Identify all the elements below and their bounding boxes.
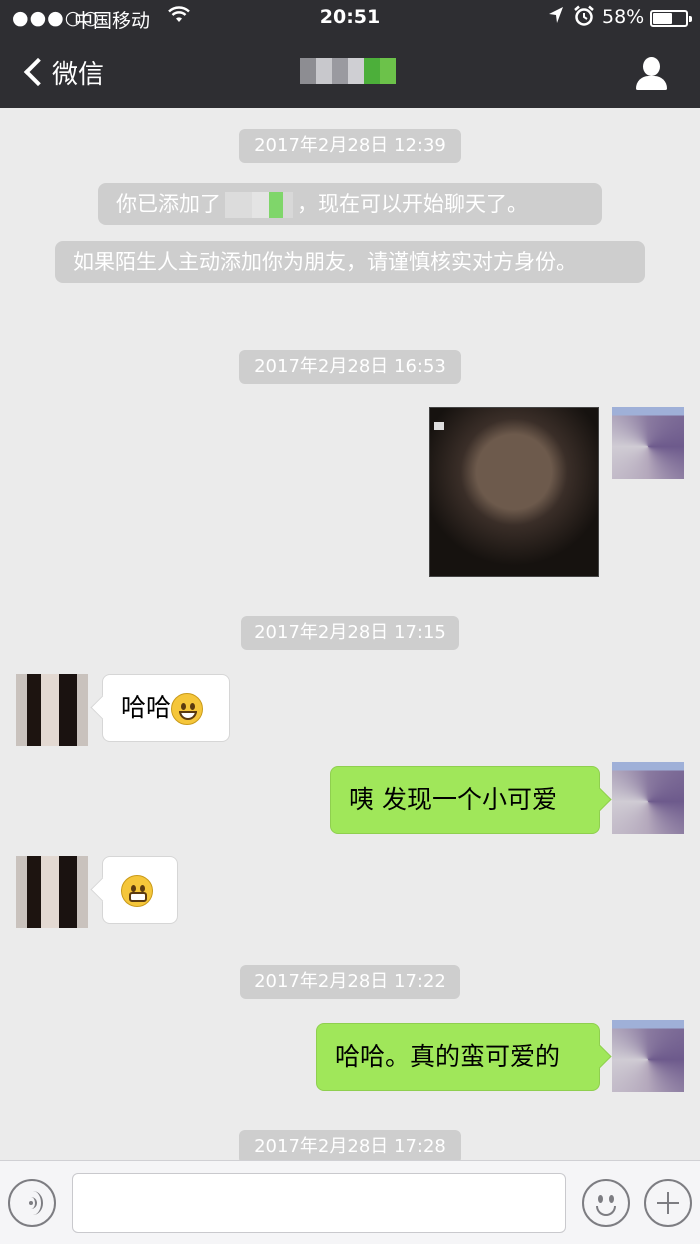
contact-avatar[interactable] bbox=[16, 674, 88, 746]
incoming-message[interactable]: 哈哈 bbox=[102, 674, 230, 742]
voice-input-button[interactable] bbox=[8, 1179, 56, 1227]
alarm-clock-icon bbox=[573, 5, 595, 32]
timestamp: 2017年2月28日 17:22 bbox=[240, 965, 460, 999]
chevron-left-icon bbox=[23, 57, 53, 87]
status-bar: ●●●○○ 中国移动 20:51 58% bbox=[0, 0, 700, 36]
message-text: 哈哈 bbox=[121, 693, 172, 722]
self-avatar[interactable] bbox=[612, 762, 684, 834]
back-button[interactable]: 微信 bbox=[18, 52, 104, 92]
timestamp: 2017年2月28日 17:15 bbox=[241, 616, 459, 650]
nav-bar: 微信 bbox=[0, 36, 700, 108]
chat-title-redacted bbox=[300, 58, 396, 84]
grinning-face-emoji bbox=[171, 693, 204, 725]
redacted-contact-name bbox=[225, 192, 293, 218]
chat-message-list[interactable]: 2017年2月28日 12:39 你已添加了 ，现在可以开始聊天了。 如果陌生人主… bbox=[0, 108, 700, 1160]
battery-fill bbox=[653, 13, 672, 24]
battery-percent: 58% bbox=[602, 6, 645, 28]
system-message-suffix: ，现在可以开始聊天了。 bbox=[297, 192, 528, 216]
contact-info-button[interactable] bbox=[630, 52, 674, 96]
system-message-prefix: 你已添加了 bbox=[116, 192, 221, 216]
image-message[interactable] bbox=[429, 407, 599, 577]
self-avatar[interactable] bbox=[612, 1020, 684, 1092]
timestamp: 2017年2月28日 16:53 bbox=[239, 350, 461, 384]
battery-icon bbox=[650, 10, 692, 27]
timestamp: 2017年2月28日 17:28 bbox=[239, 1130, 461, 1160]
emoji-button[interactable] bbox=[582, 1179, 630, 1227]
input-bar bbox=[0, 1160, 700, 1244]
timestamp: 2017年2月28日 12:39 bbox=[239, 129, 461, 163]
more-options-button[interactable] bbox=[644, 1179, 692, 1227]
outgoing-message[interactable]: 咦 发现一个小可爱 bbox=[330, 766, 600, 834]
back-label: 微信 bbox=[52, 59, 105, 90]
outgoing-message[interactable]: 哈哈。真的蛮可爱的 bbox=[316, 1023, 600, 1091]
incoming-message[interactable] bbox=[102, 856, 178, 924]
system-message-added: 你已添加了 ，现在可以开始聊天了。 bbox=[98, 183, 602, 225]
system-message-warning: 如果陌生人主动添加你为朋友，请谨慎核实对方身份。 bbox=[55, 241, 645, 283]
self-avatar[interactable] bbox=[612, 407, 684, 479]
message-input[interactable] bbox=[72, 1173, 566, 1233]
grimacing-face-emoji bbox=[121, 875, 153, 907]
clock-time: 20:51 bbox=[319, 6, 381, 28]
contact-avatar[interactable] bbox=[16, 856, 88, 928]
location-arrow-icon bbox=[548, 6, 564, 29]
image-badge bbox=[434, 422, 444, 430]
